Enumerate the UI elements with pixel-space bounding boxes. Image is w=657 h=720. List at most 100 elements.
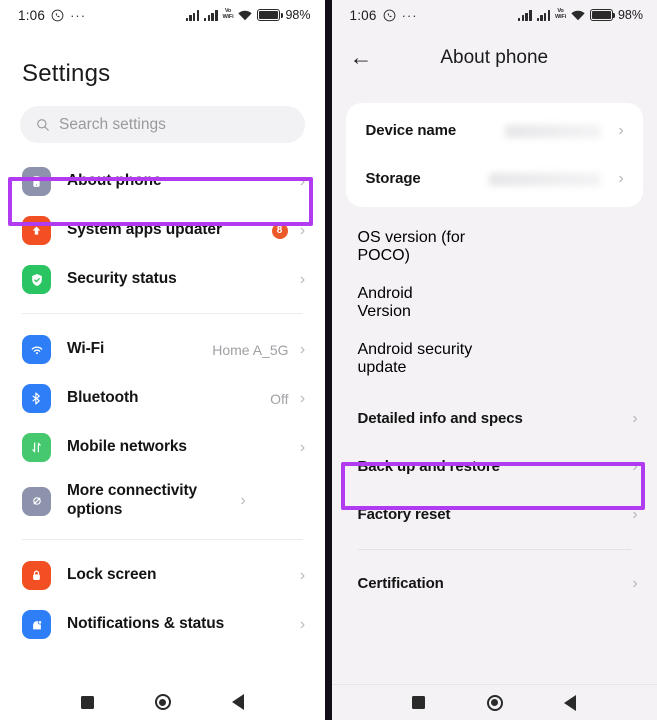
app-bar: ← About phone [332, 30, 657, 85]
wifi-icon [22, 335, 51, 364]
sidebar-item-more-connectivity-options[interactable]: More connectivity options › [0, 472, 325, 530]
whatsapp-icon [383, 9, 396, 22]
vowifi-icon: Vo WiFi [222, 8, 234, 20]
sidebar-item-label: System apps updater [67, 221, 222, 239]
list-item-certification[interactable]: Certification › [332, 560, 657, 608]
sidebar-item-label: More connectivity options [67, 482, 198, 518]
search-placeholder: Search settings [59, 115, 166, 133]
list-item-label: Storage [365, 169, 421, 187]
clock-label: 1:06 [349, 7, 377, 23]
sidebar-item-notifications-status[interactable]: Notifications & status › [0, 600, 325, 649]
chevron-right-icon: › [299, 340, 306, 358]
redacted-value [508, 342, 608, 376]
sidebar-item-lock-screen[interactable]: Lock screen › [0, 551, 325, 600]
sidebar-item-wifi[interactable]: Wi-Fi Home A_5G › [0, 325, 325, 374]
chevron-right-icon: › [299, 566, 306, 584]
battery-percent-label: 98% [617, 8, 643, 22]
list-item-storage[interactable]: Storage › [346, 155, 644, 203]
sidebar-item-label: Bluetooth [67, 389, 139, 407]
chevron-right-icon: › [299, 438, 306, 456]
triangle-back-icon[interactable] [231, 694, 244, 710]
mobile-network-icon [22, 433, 51, 462]
sidebar-item-label: Wi-Fi [67, 340, 105, 358]
chevron-right-icon: › [632, 575, 638, 592]
more-dots-icon: ··· [70, 7, 87, 23]
circle-home-icon[interactable] [154, 694, 171, 710]
update-count-badge: 8 [271, 222, 288, 239]
system-info-block: OS version (for POCO) Android Version An… [332, 207, 657, 387]
status-bar-left: 1:06 ··· Vo WiFi 98% [0, 0, 325, 30]
redacted-value [468, 288, 614, 318]
list-item-os-version[interactable]: OS version (for POCO) [332, 219, 657, 275]
redacted-value [488, 226, 628, 268]
list-item-device-name[interactable]: Device name › [346, 107, 644, 155]
chevron-right-icon: › [299, 172, 306, 190]
list-item-label: Android security update [357, 341, 473, 376]
whatsapp-icon [51, 9, 64, 22]
wifi-network-value: Home A_5G [212, 341, 289, 358]
chevron-right-icon: › [299, 615, 306, 633]
group-divider [357, 549, 631, 550]
notifications-icon [22, 610, 51, 639]
chevron-right-icon: › [299, 389, 306, 407]
status-bar-right: 1:06 ··· Vo WiFi 98% [332, 0, 657, 30]
chevron-right-icon: › [618, 170, 624, 187]
navigation-bar-right [331, 684, 657, 720]
settings-group-2: Wi-Fi Home A_5G › Bluetooth Off › Mobile… [0, 323, 325, 530]
signal-bars-sim1-icon [518, 9, 532, 21]
left-phone-screen: 1:06 ··· Vo WiFi 98% Settings Search set… [0, 0, 325, 720]
status-bar-right-group: Vo WiFi 98% [185, 8, 311, 22]
list-item-label: Detailed info and specs [357, 409, 523, 427]
link-icon [22, 486, 51, 516]
dual-screenshot-container: 1:06 ··· Vo WiFi 98% Settings Search set… [0, 0, 657, 720]
bluetooth-state-value: Off [270, 390, 289, 407]
bluetooth-icon [22, 384, 51, 413]
list-item-detailed-info-and-specs[interactable]: Detailed info and specs › [332, 395, 657, 443]
settings-group-3: Lock screen › Notifications & status › [0, 549, 325, 649]
chevron-right-icon: › [618, 122, 624, 139]
square-recents-icon[interactable] [412, 696, 426, 709]
chevron-right-icon: › [299, 221, 306, 239]
more-dots-icon: ··· [401, 7, 418, 23]
redacted-value [489, 172, 601, 186]
group-divider [22, 313, 303, 314]
sidebar-item-label: Lock screen [67, 566, 157, 584]
vowifi-icon: Vo WiFi [555, 8, 566, 20]
arrow-up-icon [22, 216, 51, 245]
sidebar-item-about-phone[interactable]: About phone › [0, 157, 325, 206]
chevron-right-icon: › [240, 492, 246, 509]
square-recents-icon[interactable] [80, 695, 94, 709]
status-bar-left-group: 1:06 ··· [18, 8, 86, 23]
battery-percent-label: 98% [285, 8, 311, 22]
sidebar-item-security-status[interactable]: Security status › [0, 255, 325, 304]
group-divider [22, 539, 303, 540]
sidebar-item-label: Mobile networks [67, 438, 187, 456]
circle-home-icon[interactable] [486, 694, 503, 711]
sidebar-item-mobile-networks[interactable]: Mobile networks › [0, 423, 325, 472]
screen-divider [324, 0, 332, 720]
back-arrow-icon[interactable]: ← [350, 46, 380, 69]
signal-bars-sim2-icon [204, 9, 218, 21]
chevron-right-icon: › [632, 506, 638, 523]
list-item-android-security-update[interactable]: Android security update [332, 331, 657, 387]
sidebar-item-system-apps-updater[interactable]: System apps updater 8 › [0, 206, 325, 255]
chevron-right-icon: › [299, 270, 306, 288]
list-item-label: Android Version [357, 285, 413, 320]
search-input[interactable]: Search settings [20, 106, 305, 143]
list-item-label: Factory reset [357, 505, 451, 523]
search-icon [36, 118, 50, 132]
list-item-factory-reset[interactable]: Factory reset › [332, 491, 657, 539]
list-item-android-version[interactable]: Android Version [332, 275, 657, 331]
phone-icon [22, 167, 51, 196]
lock-icon [22, 561, 51, 590]
status-bar-left-group: 1:06 ··· [350, 8, 418, 23]
sidebar-item-label: Notifications & status [67, 615, 225, 633]
triangle-back-icon[interactable] [564, 694, 577, 711]
list-item-label: OS version (for POCO) [357, 229, 466, 264]
right-phone-screen: 1:06 ··· Vo WiFi 98% ← About phone Devic… [331, 0, 657, 720]
sidebar-item-bluetooth[interactable]: Bluetooth Off › [0, 374, 325, 423]
action-list: Detailed info and specs › Back up and re… [332, 387, 657, 539]
list-item-label: Device name [365, 121, 457, 139]
redacted-value [505, 124, 601, 138]
list-item-back-up-and-restore[interactable]: Back up and restore › [332, 443, 657, 491]
